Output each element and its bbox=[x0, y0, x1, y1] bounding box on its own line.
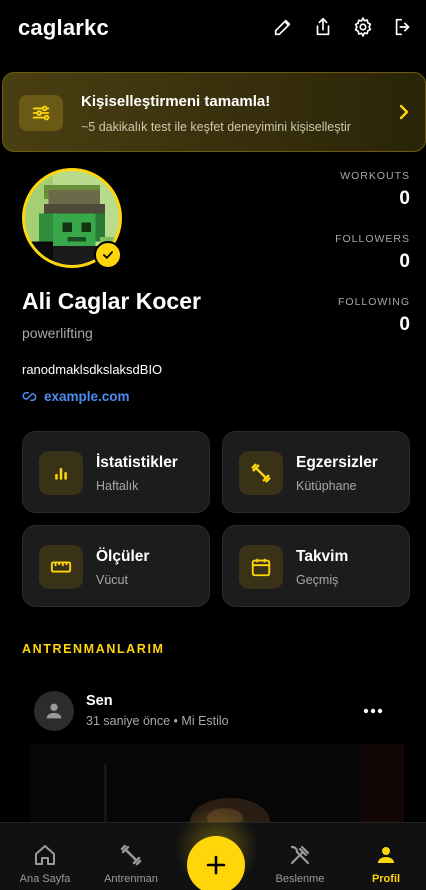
post-author-name[interactable]: Sen bbox=[86, 693, 113, 709]
personalization-banner[interactable]: Kişiselleştirmeni tamamla! ~5 dakikalık … bbox=[2, 72, 426, 152]
stat-value: 0 bbox=[399, 314, 410, 335]
utensils-icon bbox=[290, 845, 310, 865]
nav-home[interactable]: Ana Sayfa bbox=[5, 843, 85, 885]
card-statistics[interactable]: İstatistikler Haftalık bbox=[22, 431, 210, 513]
ruler-icon bbox=[39, 545, 83, 589]
settings-gear-icon[interactable] bbox=[352, 16, 374, 38]
bar-chart-icon bbox=[39, 451, 83, 495]
nav-label: Profil bbox=[371, 873, 401, 885]
card-exercises[interactable]: Egzersizler Kütüphane bbox=[222, 431, 410, 513]
edit-pencil-icon[interactable] bbox=[272, 16, 294, 38]
card-calendar[interactable]: Takvim Geçmiş bbox=[222, 525, 410, 607]
stat-following[interactable]: FOLLOWING 0 bbox=[338, 296, 410, 336]
dumbbell-icon bbox=[239, 451, 283, 495]
calendar-icon bbox=[239, 545, 283, 589]
stat-value: 0 bbox=[399, 188, 410, 209]
nav-training[interactable]: Antrenman bbox=[91, 843, 171, 885]
stat-label: WORKOUTS bbox=[340, 170, 410, 182]
nav-profile[interactable]: Profil bbox=[346, 843, 426, 885]
post-meta: 31 saniye önce • Mi Estilo bbox=[86, 714, 229, 728]
profile-link-text: example.com bbox=[44, 389, 130, 404]
card-title: Egzersizler bbox=[296, 454, 378, 471]
logout-icon[interactable] bbox=[392, 16, 414, 38]
profile-link[interactable]: example.com bbox=[22, 389, 130, 404]
chevron-right-icon bbox=[399, 104, 409, 120]
link-icon bbox=[22, 392, 37, 401]
nav-label: Beslenme bbox=[275, 873, 325, 885]
share-icon[interactable] bbox=[312, 16, 334, 38]
section-title-workouts: ANTRENMANLARIM bbox=[22, 642, 165, 656]
card-subtitle: Haftalık bbox=[96, 479, 139, 493]
person-icon bbox=[46, 703, 62, 719]
banner-title: Kişiselleştirmeni tamamla! bbox=[81, 93, 271, 110]
stat-label: FOLLOWING bbox=[337, 296, 410, 308]
stat-label: FOLLOWERS bbox=[335, 233, 410, 245]
nav-label: Ana Sayfa bbox=[19, 873, 71, 885]
card-title: Ölçüler bbox=[96, 548, 150, 565]
card-measurements[interactable]: Ölçüler Vücut bbox=[22, 525, 210, 607]
stat-workouts[interactable]: WORKOUTS 0 bbox=[340, 170, 410, 210]
post-author-avatar[interactable] bbox=[34, 691, 74, 731]
nav-nutrition[interactable]: Beslenme bbox=[260, 843, 340, 885]
banner-subtitle: ~5 dakikalık test ile keşfet deneyimini … bbox=[81, 120, 351, 134]
card-subtitle: Kütüphane bbox=[296, 479, 357, 493]
verified-check-icon bbox=[94, 241, 122, 269]
username-title: caglarkc bbox=[18, 15, 109, 40]
sliders-icon bbox=[19, 95, 63, 131]
top-bar: caglarkc bbox=[0, 0, 426, 58]
profile-bio: ranodmaklsdkslaksdBIO bbox=[22, 362, 163, 377]
top-actions bbox=[272, 16, 414, 38]
person-icon bbox=[378, 847, 394, 863]
card-title: Takvim bbox=[296, 548, 349, 565]
more-options-icon[interactable] bbox=[363, 708, 383, 714]
dumbbell-icon bbox=[120, 844, 142, 866]
profile-name: Ali Caglar Kocer bbox=[22, 288, 201, 314]
nav-label: Antrenman bbox=[104, 873, 158, 885]
home-icon bbox=[35, 845, 55, 865]
plus-icon bbox=[206, 855, 226, 875]
profile-tagline: powerlifting bbox=[22, 325, 93, 341]
card-subtitle: Vücut bbox=[96, 573, 128, 587]
stat-value: 0 bbox=[399, 251, 410, 272]
card-title: İstatistikler bbox=[96, 454, 178, 471]
card-subtitle: Geçmiş bbox=[296, 573, 339, 587]
stat-followers[interactable]: FOLLOWERS 0 bbox=[335, 233, 410, 273]
add-workout-button[interactable] bbox=[187, 836, 245, 890]
